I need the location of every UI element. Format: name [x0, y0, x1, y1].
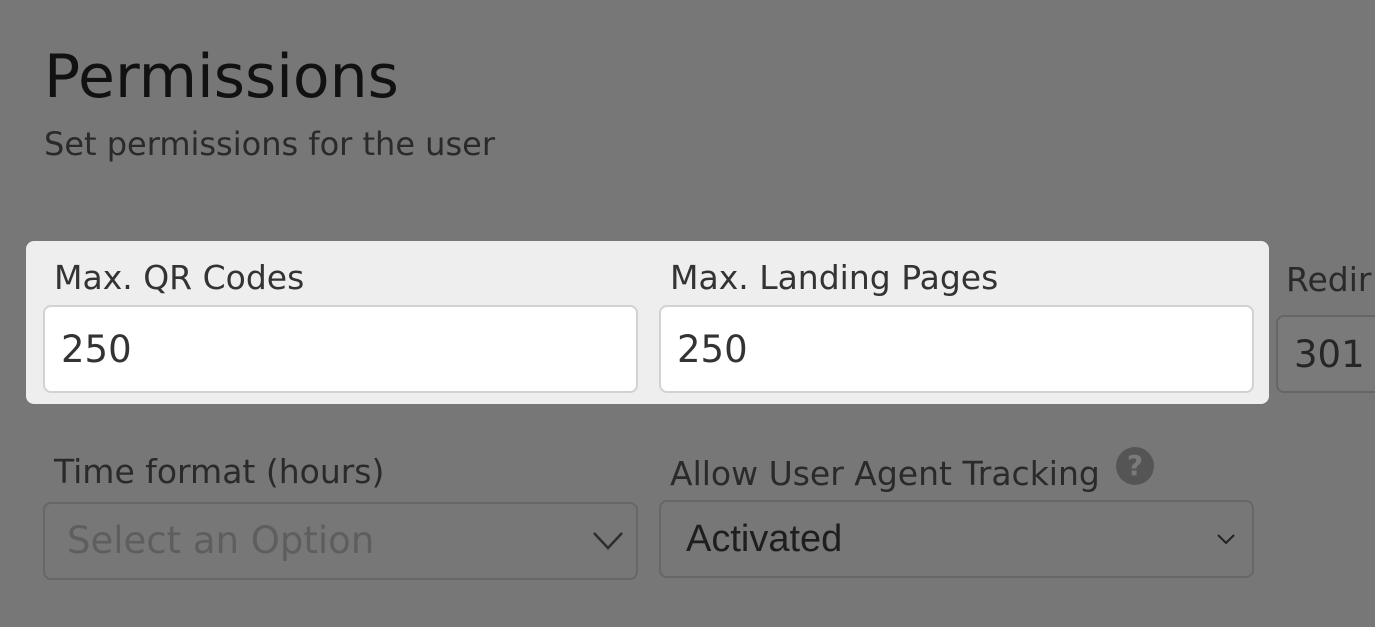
redirect-label: Redir [1286, 260, 1372, 299]
time-format-label: Time format (hours) [54, 452, 385, 491]
redirect-input[interactable] [1276, 315, 1375, 393]
chevron-down-icon [593, 532, 623, 550]
user-agent-tracking-select[interactable]: Activated [659, 500, 1254, 578]
time-format-placeholder: Select an Option [67, 519, 375, 562]
time-format-select[interactable]: Select an Option [43, 502, 638, 580]
page-subtitle: Set permissions for the user [44, 125, 495, 163]
page-title: Permissions [44, 42, 399, 112]
user-agent-tracking-value: Activated [686, 518, 843, 560]
max-qr-codes-label: Max. QR Codes [54, 258, 305, 297]
max-landing-pages-label: Max. Landing Pages [670, 258, 999, 297]
user-agent-tracking-label: Allow User Agent Tracking [670, 454, 1100, 493]
max-qr-codes-input[interactable] [43, 305, 638, 393]
question-circle-icon[interactable]: ? [1116, 447, 1154, 485]
chevron-down-icon [1217, 534, 1235, 545]
max-landing-pages-input[interactable] [659, 305, 1254, 393]
